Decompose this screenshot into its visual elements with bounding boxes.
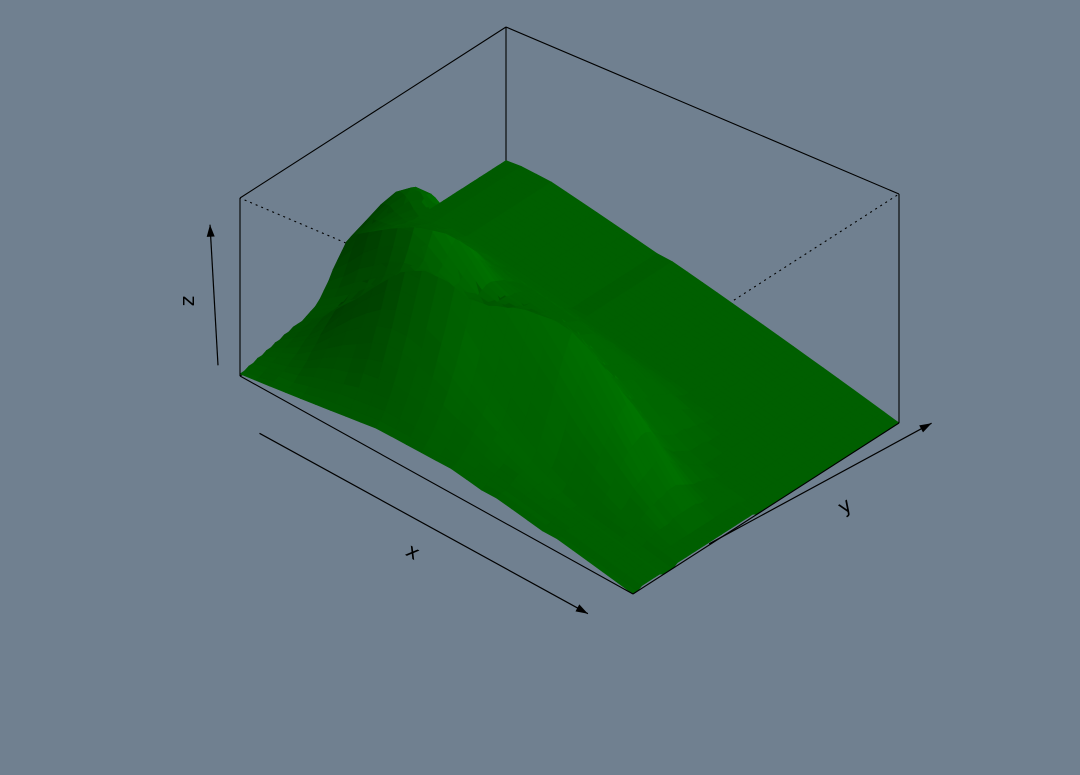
z-axis-arrowhead [206, 224, 215, 237]
box-edge [505, 26, 900, 195]
z-axis-arrow [209, 224, 219, 366]
surface-mesh[interactable] [239, 160, 900, 595]
z-axis-label: z [175, 296, 199, 307]
y-axis-arrowhead [919, 423, 932, 433]
x-axis-arrowhead [575, 604, 588, 614]
box-edge [239, 26, 507, 199]
surface-plot[interactable]: x y z [0, 0, 1080, 771]
y-axis-label: y [833, 492, 856, 519]
x-axis-label: x [402, 538, 424, 565]
plot-canvas[interactable]: x y z [0, 0, 1080, 771]
